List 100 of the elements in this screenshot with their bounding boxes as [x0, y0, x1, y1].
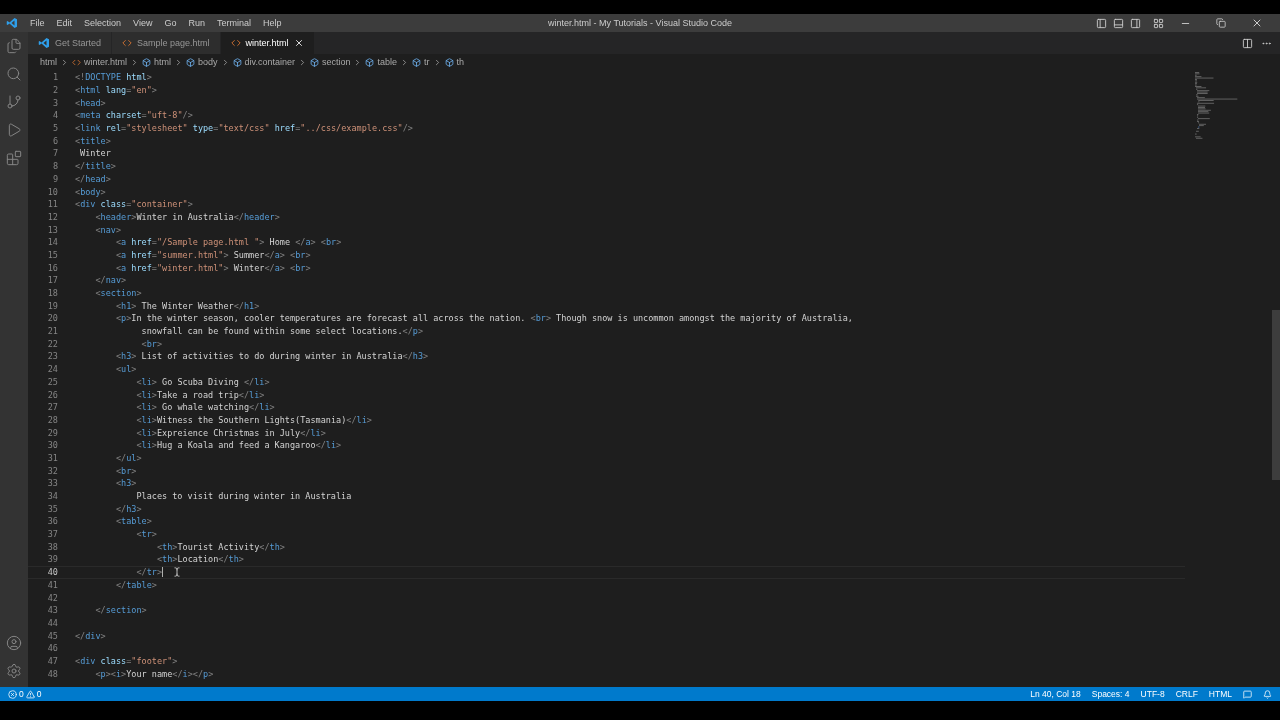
breadcrumb-item[interactable]: th [444, 57, 465, 67]
extensions-button[interactable] [6, 150, 22, 166]
settings-button[interactable] [6, 663, 22, 679]
line-number: 4 [51, 110, 59, 121]
close-tab-icon[interactable] [293, 38, 304, 48]
toggle-panel-icon[interactable] [1113, 17, 1124, 29]
explorer-button[interactable] [6, 38, 22, 54]
account-button[interactable] [6, 635, 22, 651]
line-number: 24 [46, 364, 59, 375]
line-number: 19 [46, 300, 59, 311]
problems-indicator[interactable]: 0 0 [8, 689, 42, 699]
close-icon [1251, 17, 1263, 29]
editor-tab[interactable]: Sample page.html [112, 32, 221, 54]
code-line: snowfall can be found within some select locations.</p> [140, 326, 423, 337]
app-logo-icon [38, 37, 50, 49]
line-number: 30 [46, 440, 59, 451]
code-line: <h3> List of activities to do during winter in Australia</h3> [114, 351, 429, 362]
code-line: <p>In the winter season, cooler temperatures are forecast all across the nation. <br> Though snow is uncommon amongst the majority of Australia, [114, 313, 853, 324]
menu-item[interactable]: View [127, 18, 159, 28]
split-editor-icon[interactable] [1242, 37, 1253, 49]
line-number: 39 [46, 554, 59, 565]
menu-item[interactable]: Edit [50, 18, 79, 28]
line-number: 13 [46, 224, 59, 235]
code-line: <h3> [114, 478, 137, 489]
breadcrumb-item[interactable]: html [142, 57, 172, 67]
code-line: <th>Location</th> [155, 554, 244, 565]
code-line: <body> [75, 186, 106, 197]
line-number: 2 [51, 85, 59, 96]
code-line: <ul> [114, 364, 137, 375]
code-line: </h3> [114, 503, 142, 514]
line-number: 15 [46, 249, 59, 260]
line-number: 34 [46, 491, 59, 502]
menu-item[interactable]: File [24, 18, 51, 28]
warning-count: 0 [36, 689, 42, 699]
code-line: <header>Winter in Australia</header> [94, 211, 280, 222]
customize-layout-icon[interactable] [1153, 17, 1164, 29]
cube-icon [444, 57, 454, 67]
source-control-button[interactable] [6, 94, 22, 110]
breadcrumb-item[interactable]: tr [412, 57, 430, 67]
code-line: <nav> [94, 224, 122, 235]
line-number: 25 [46, 376, 59, 387]
scrollbar-thumb[interactable] [1272, 310, 1280, 480]
code-line: <li>Witness the Southern Lights(Tasmania)</li> [135, 414, 372, 425]
error-icon [8, 689, 17, 699]
line-number: 22 [46, 338, 59, 349]
menu-item[interactable]: Run [182, 18, 211, 28]
run-debug-button[interactable] [6, 122, 22, 138]
code-line: <html lang="en"> [75, 85, 157, 96]
code-line: </div> [75, 630, 106, 641]
code-line: <meta charset="uft-8"/> [75, 110, 193, 121]
line-number: 26 [46, 389, 59, 400]
breadcrumb-item[interactable]: section [309, 57, 351, 67]
status-item[interactable]: Spaces: 4 [1091, 689, 1130, 699]
line-number: 1 [51, 72, 59, 83]
cube-icon [412, 57, 421, 67]
status-item[interactable]: CRLF [1175, 689, 1198, 699]
line-number: 36 [46, 516, 59, 527]
menu-item[interactable]: Go [158, 18, 183, 28]
line-number: 46 [46, 643, 59, 654]
editor-tab[interactable]: winter.html [220, 32, 315, 54]
breadcrumb-item[interactable]: div.container [232, 57, 295, 67]
status-item[interactable]: UTF-8 [1140, 689, 1165, 699]
status-item[interactable]: HTML [1208, 689, 1232, 699]
breadcrumb-item[interactable]: winter.html [72, 57, 128, 67]
code-line: <title> [75, 135, 111, 146]
code-line: <a href="/Sample page.html "> Home </a> <br> [114, 237, 342, 248]
line-number: 27 [46, 402, 59, 413]
line-number: 17 [46, 275, 59, 286]
line-number: 41 [46, 579, 59, 590]
feedback-icon[interactable] [1243, 689, 1252, 699]
line-number: 42 [46, 592, 59, 603]
toggle-sidebar-icon[interactable] [1096, 17, 1107, 29]
breadcrumb-item[interactable]: table [365, 57, 397, 67]
code-line: <li> Go Scuba Diving </li> [135, 376, 270, 387]
code-line: <a href="summer.html"> Summer</a> <br> [114, 249, 311, 260]
code-line: <th>Tourist Activity</th> [155, 541, 285, 552]
code-line: <p><i>Your name</i></p> [94, 668, 214, 679]
breadcrumb-item[interactable]: body [186, 57, 218, 67]
search-button[interactable] [6, 66, 22, 82]
minimap-drawing [1195, 72, 1240, 142]
notifications-icon[interactable] [1263, 689, 1272, 699]
code-line: </table> [114, 579, 157, 590]
menu-item[interactable]: Selection [78, 18, 128, 28]
editor-tab[interactable]: Get Started [28, 32, 113, 54]
code-line: <tr> [135, 529, 157, 540]
line-number: 38 [46, 541, 59, 552]
code-line: <li>Take a road trip</li> [135, 389, 265, 400]
line-number: 6 [51, 135, 59, 146]
toggle-secondary-sidebar-icon[interactable] [1130, 17, 1141, 29]
menu-item[interactable]: Help [256, 18, 288, 28]
app-logo-icon [6, 17, 18, 29]
menu-item[interactable]: Terminal [210, 18, 257, 28]
line-number: 18 [46, 288, 59, 299]
code-file-icon [230, 38, 241, 48]
line-number: 33 [46, 478, 59, 489]
code-line: </section> [94, 605, 147, 616]
line-number: 35 [46, 503, 59, 514]
status-item[interactable]: Ln 40, Col 18 [1030, 689, 1081, 699]
breadcrumb-item[interactable]: html [40, 57, 57, 67]
chevron-icon [400, 57, 409, 67]
